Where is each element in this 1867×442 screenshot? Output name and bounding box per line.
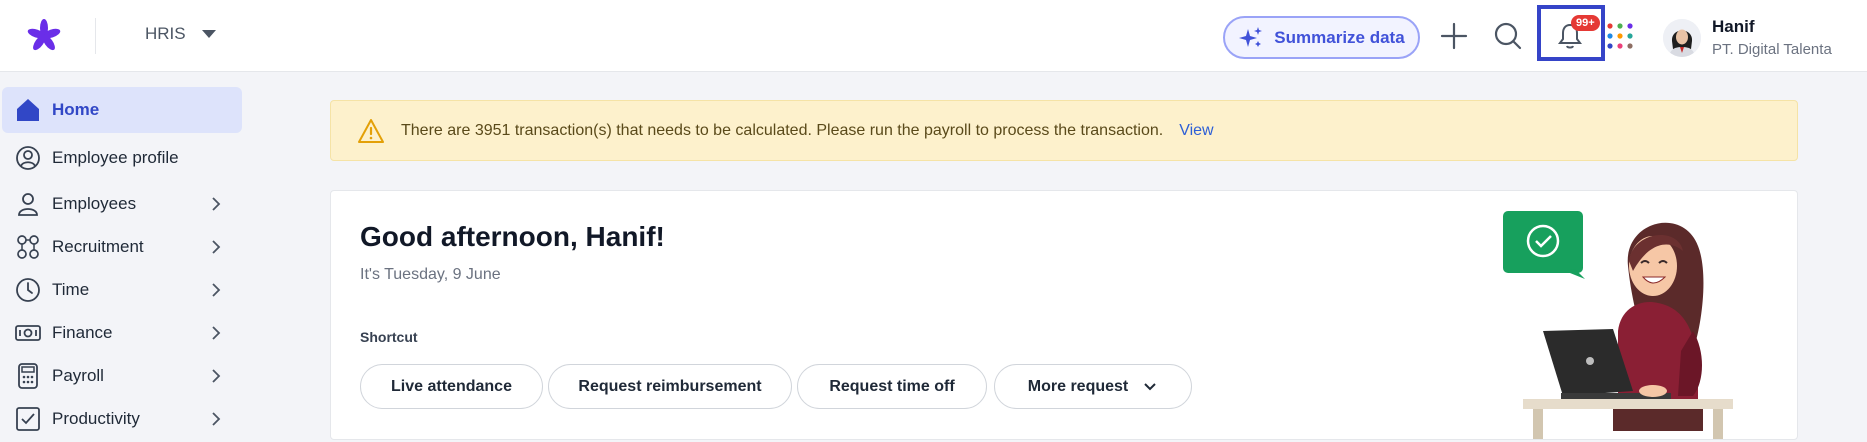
sidebar-item-label: Finance: [52, 323, 113, 342]
shortcut-label: Request time off: [829, 377, 955, 395]
top-bar: HRIS Summarize data 99+ Hanif PT. Digita…: [0, 0, 1867, 72]
logo-icon[interactable]: [26, 18, 62, 54]
summarize-data-button[interactable]: Summarize data: [1223, 16, 1420, 59]
payroll-alert: There are 3951 transaction(s) that needs…: [330, 100, 1798, 161]
alert-view-link[interactable]: View: [1179, 122, 1213, 140]
summarize-label: Summarize data: [1274, 27, 1405, 47]
task-check-icon: [16, 407, 40, 431]
shortcut-heading: Shortcut: [360, 329, 418, 345]
clock-icon: [16, 278, 40, 302]
sidebar-item-payroll[interactable]: Payroll: [2, 353, 242, 399]
money-icon: [15, 325, 41, 341]
shortcut-label: More request: [1027, 377, 1129, 395]
sidebar-item-employees[interactable]: Employees: [2, 181, 242, 227]
search-icon[interactable]: [1492, 20, 1524, 52]
request-time-off-button[interactable]: Request time off: [797, 364, 987, 409]
sidebar-item-finance[interactable]: Finance: [2, 310, 242, 356]
request-reimbursement-button[interactable]: Request reimbursement: [548, 364, 792, 409]
sidebar-item-label: Employee profile: [52, 148, 179, 167]
avatar[interactable]: [1663, 19, 1701, 57]
welcome-card: Good afternoon, Hanif! It's Tuesday, 9 J…: [330, 190, 1798, 440]
notification-button[interactable]: 99+: [1537, 5, 1605, 61]
sidebar-item-employee-profile[interactable]: Employee profile: [2, 135, 242, 181]
plus-icon[interactable]: [1438, 20, 1470, 52]
chevron-right-icon: [212, 197, 221, 211]
sidebar-item-label: Employees: [52, 194, 137, 213]
alert-message: There are 3951 transaction(s) that needs…: [401, 121, 1164, 139]
chevron-right-icon: [212, 240, 221, 254]
more-request-dropdown[interactable]: More request: [994, 364, 1192, 409]
current-date: It's Tuesday, 9 June: [360, 266, 501, 283]
sparkle-icon: [1239, 26, 1263, 47]
sidebar-item-productivity[interactable]: Productivity: [2, 396, 242, 442]
welcome-illustration: [1503, 211, 1733, 439]
sidebar-item-label: Home: [52, 100, 100, 119]
chevron-right-icon: [212, 369, 221, 383]
sidebar-item-home[interactable]: Home: [2, 87, 242, 133]
warning-icon: [358, 118, 384, 143]
sidebar: Home Employee profile Employees Recruitm…: [0, 72, 250, 442]
sidebar-item-time[interactable]: Time: [2, 267, 242, 313]
sidebar-item-label: Recruitment: [52, 237, 144, 256]
sidebar-item-label: Time: [52, 280, 90, 299]
chevron-down-icon: [1144, 382, 1156, 390]
module-switcher[interactable]: HRIS: [145, 24, 216, 44]
sidebar-item-recruitment[interactable]: Recruitment: [2, 224, 242, 270]
user-company: PT. Digital Talenta: [1712, 41, 1832, 58]
sidebar-item-label: Productivity: [52, 409, 140, 428]
module-name: HRIS: [145, 24, 186, 43]
shortcut-label: Request reimbursement: [578, 377, 762, 395]
user-circle-icon: [16, 146, 40, 170]
user-name[interactable]: Hanif: [1712, 17, 1755, 37]
notification-badge: 99+: [1571, 15, 1600, 31]
header-divider: [95, 18, 96, 54]
people-network-icon: [17, 235, 39, 259]
live-attendance-button[interactable]: Live attendance: [360, 364, 543, 409]
apps-grid-icon[interactable]: [1605, 20, 1635, 52]
chevron-right-icon: [212, 283, 221, 297]
user-avatar-icon: [1663, 19, 1701, 57]
user-icon: [18, 193, 38, 216]
caret-down-icon: [201, 30, 216, 38]
home-icon: [17, 99, 39, 121]
chevron-right-icon: [212, 412, 221, 426]
chevron-right-icon: [212, 326, 221, 340]
page-title: Good afternoon, Hanif!: [360, 221, 665, 252]
calculator-icon: [18, 363, 38, 389]
sidebar-item-label: Payroll: [52, 366, 104, 385]
shortcut-label: Live attendance: [391, 377, 512, 395]
